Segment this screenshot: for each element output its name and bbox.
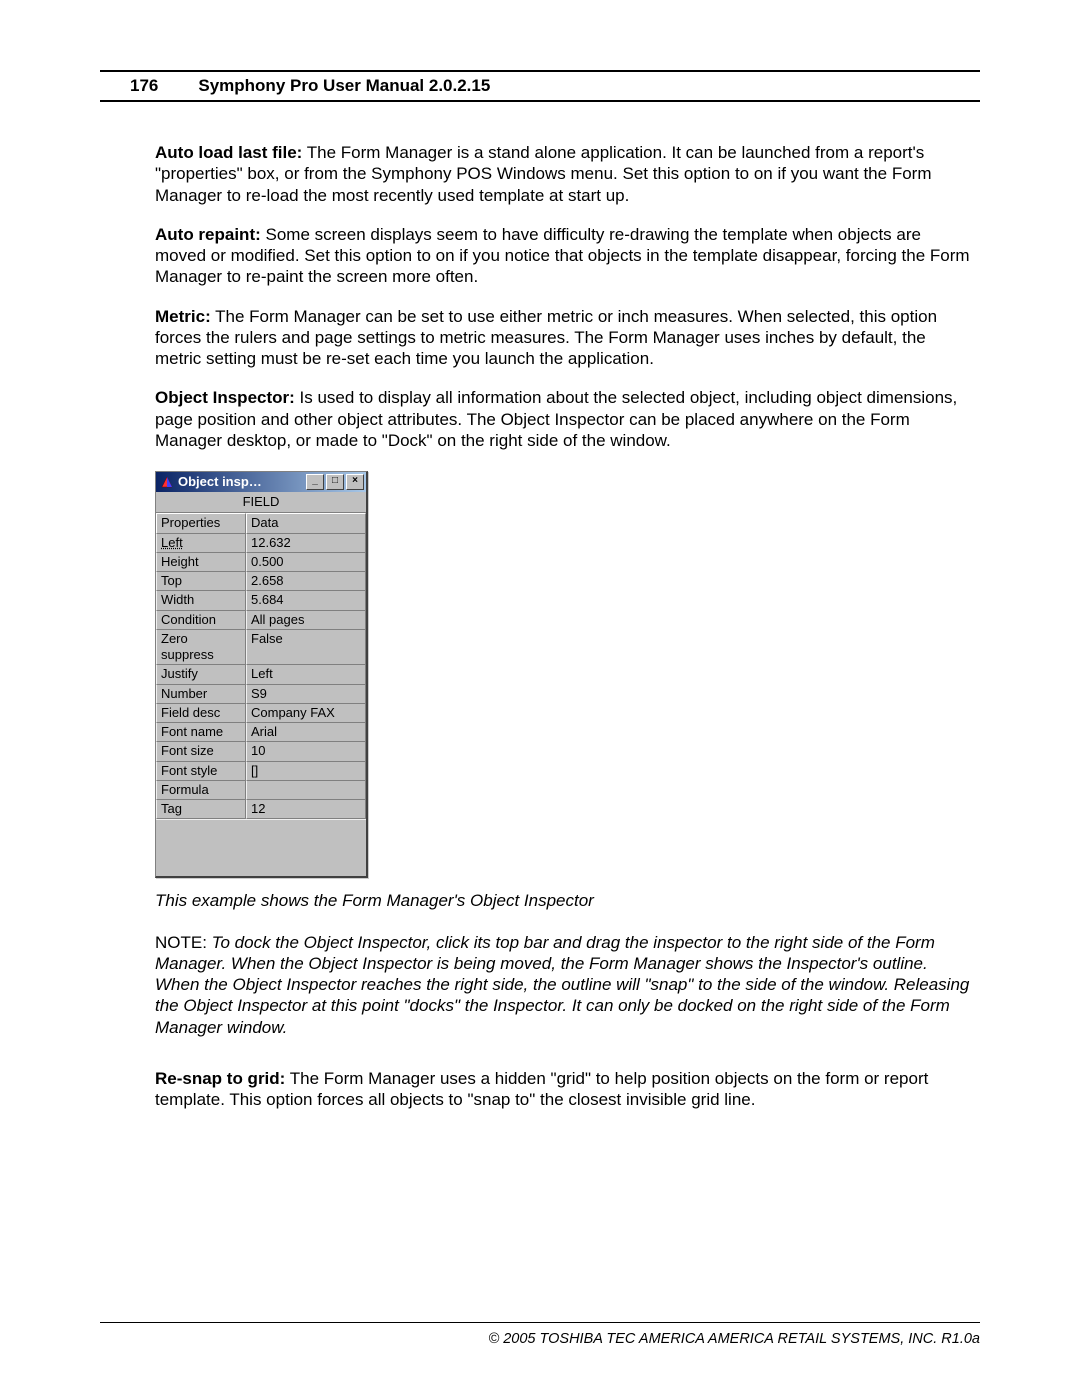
table-row[interactable]: JustifyLeft: [156, 665, 366, 684]
table-row[interactable]: NumberS9: [156, 685, 366, 704]
table-row[interactable]: Left12.632: [156, 534, 366, 553]
note-block: NOTE: To dock the Object Inspector, clic…: [155, 932, 975, 1038]
page: 176 Symphony Pro User Manual 2.0.2.15 Au…: [0, 0, 1080, 1397]
property-label: Top: [156, 572, 246, 591]
property-value[interactable]: 12.632: [246, 534, 366, 553]
property-label: Formula: [156, 781, 246, 800]
field-heading: FIELD: [156, 492, 366, 513]
text-auto-repaint: Some screen displays seem to have diffic…: [155, 225, 970, 287]
property-value[interactable]: False: [246, 630, 366, 666]
table-row[interactable]: Font nameArial: [156, 723, 366, 742]
page-number: 176: [130, 76, 158, 96]
content-body: Auto load last file: The Form Manager is…: [100, 142, 980, 1110]
property-label: Justify: [156, 665, 246, 684]
table-row[interactable]: Field descCompany FAX: [156, 704, 366, 723]
property-value[interactable]: 0.500: [246, 553, 366, 572]
app-icon: [160, 475, 174, 489]
paragraph-object-inspector: Object Inspector: Is used to display all…: [155, 387, 975, 451]
property-label: Condition: [156, 611, 246, 630]
property-label: Zero suppress: [156, 630, 246, 666]
table-row[interactable]: Zero suppressFalse: [156, 630, 366, 666]
property-label: Field desc: [156, 704, 246, 723]
property-value[interactable]: 12: [246, 800, 366, 819]
column-header-properties[interactable]: Properties: [156, 513, 246, 533]
column-header-data[interactable]: Data: [246, 513, 366, 533]
inspector-figure: Object insp… _ □ × FIELD Properties Data…: [155, 471, 975, 878]
maximize-button[interactable]: □: [326, 474, 344, 490]
property-value[interactable]: []: [246, 762, 366, 781]
property-label: Font style: [156, 762, 246, 781]
note-prefix: NOTE:: [155, 933, 212, 952]
property-label: Font name: [156, 723, 246, 742]
label-resnap: Re-snap to grid:: [155, 1069, 285, 1088]
note-body: To dock the Object Inspector, click its …: [155, 933, 969, 1037]
header-title: Symphony Pro User Manual 2.0.2.15: [198, 76, 490, 96]
property-value[interactable]: 2.658: [246, 572, 366, 591]
figure-caption: This example shows the Form Manager's Ob…: [155, 890, 975, 911]
minimize-button[interactable]: _: [306, 474, 324, 490]
page-header: 176 Symphony Pro User Manual 2.0.2.15: [100, 70, 980, 102]
table-row[interactable]: Width5.684: [156, 591, 366, 610]
label-object-inspector: Object Inspector:: [155, 388, 295, 407]
close-button[interactable]: ×: [346, 474, 364, 490]
table-row[interactable]: Font style[]: [156, 762, 366, 781]
grid-empty-area: [156, 819, 366, 876]
property-value[interactable]: All pages: [246, 611, 366, 630]
grid-body: Left12.632Height0.500Top2.658Width5.684C…: [156, 534, 366, 820]
table-row[interactable]: Height0.500: [156, 553, 366, 572]
table-row[interactable]: Tag12: [156, 800, 366, 819]
table-row[interactable]: Font size10: [156, 742, 366, 761]
property-value[interactable]: Arial: [246, 723, 366, 742]
paragraph-resnap: Re-snap to grid: The Form Manager uses a…: [155, 1068, 975, 1111]
property-value[interactable]: Left: [246, 665, 366, 684]
property-value[interactable]: Company FAX: [246, 704, 366, 723]
paragraph-auto-repaint: Auto repaint: Some screen displays seem …: [155, 224, 975, 288]
table-row[interactable]: ConditionAll pages: [156, 611, 366, 630]
property-label: Font size: [156, 742, 246, 761]
property-value[interactable]: 5.684: [246, 591, 366, 610]
paragraph-metric: Metric: The Form Manager can be set to u…: [155, 306, 975, 370]
label-auto-repaint: Auto repaint:: [155, 225, 261, 244]
property-value[interactable]: S9: [246, 685, 366, 704]
property-label: Number: [156, 685, 246, 704]
page-footer: © 2005 TOSHIBA TEC AMERICA AMERICA RETAI…: [100, 1322, 980, 1347]
titlebar-text: Object insp…: [178, 474, 262, 490]
titlebar[interactable]: Object insp… _ □ ×: [156, 472, 366, 492]
table-row[interactable]: Formula: [156, 781, 366, 800]
label-metric: Metric:: [155, 307, 211, 326]
object-inspector-window[interactable]: Object insp… _ □ × FIELD Properties Data…: [155, 471, 368, 878]
table-row[interactable]: Top2.658: [156, 572, 366, 591]
paragraph-auto-load: Auto load last file: The Form Manager is…: [155, 142, 975, 206]
property-value[interactable]: 10: [246, 742, 366, 761]
property-label: Tag: [156, 800, 246, 819]
property-label: Width: [156, 591, 246, 610]
grid-column-headers: Properties Data: [156, 513, 366, 533]
property-label: Left: [156, 534, 246, 553]
property-label: Height: [156, 553, 246, 572]
label-auto-load: Auto load last file:: [155, 143, 302, 162]
text-metric: The Form Manager can be set to use eithe…: [155, 307, 937, 369]
property-value[interactable]: [246, 781, 366, 800]
